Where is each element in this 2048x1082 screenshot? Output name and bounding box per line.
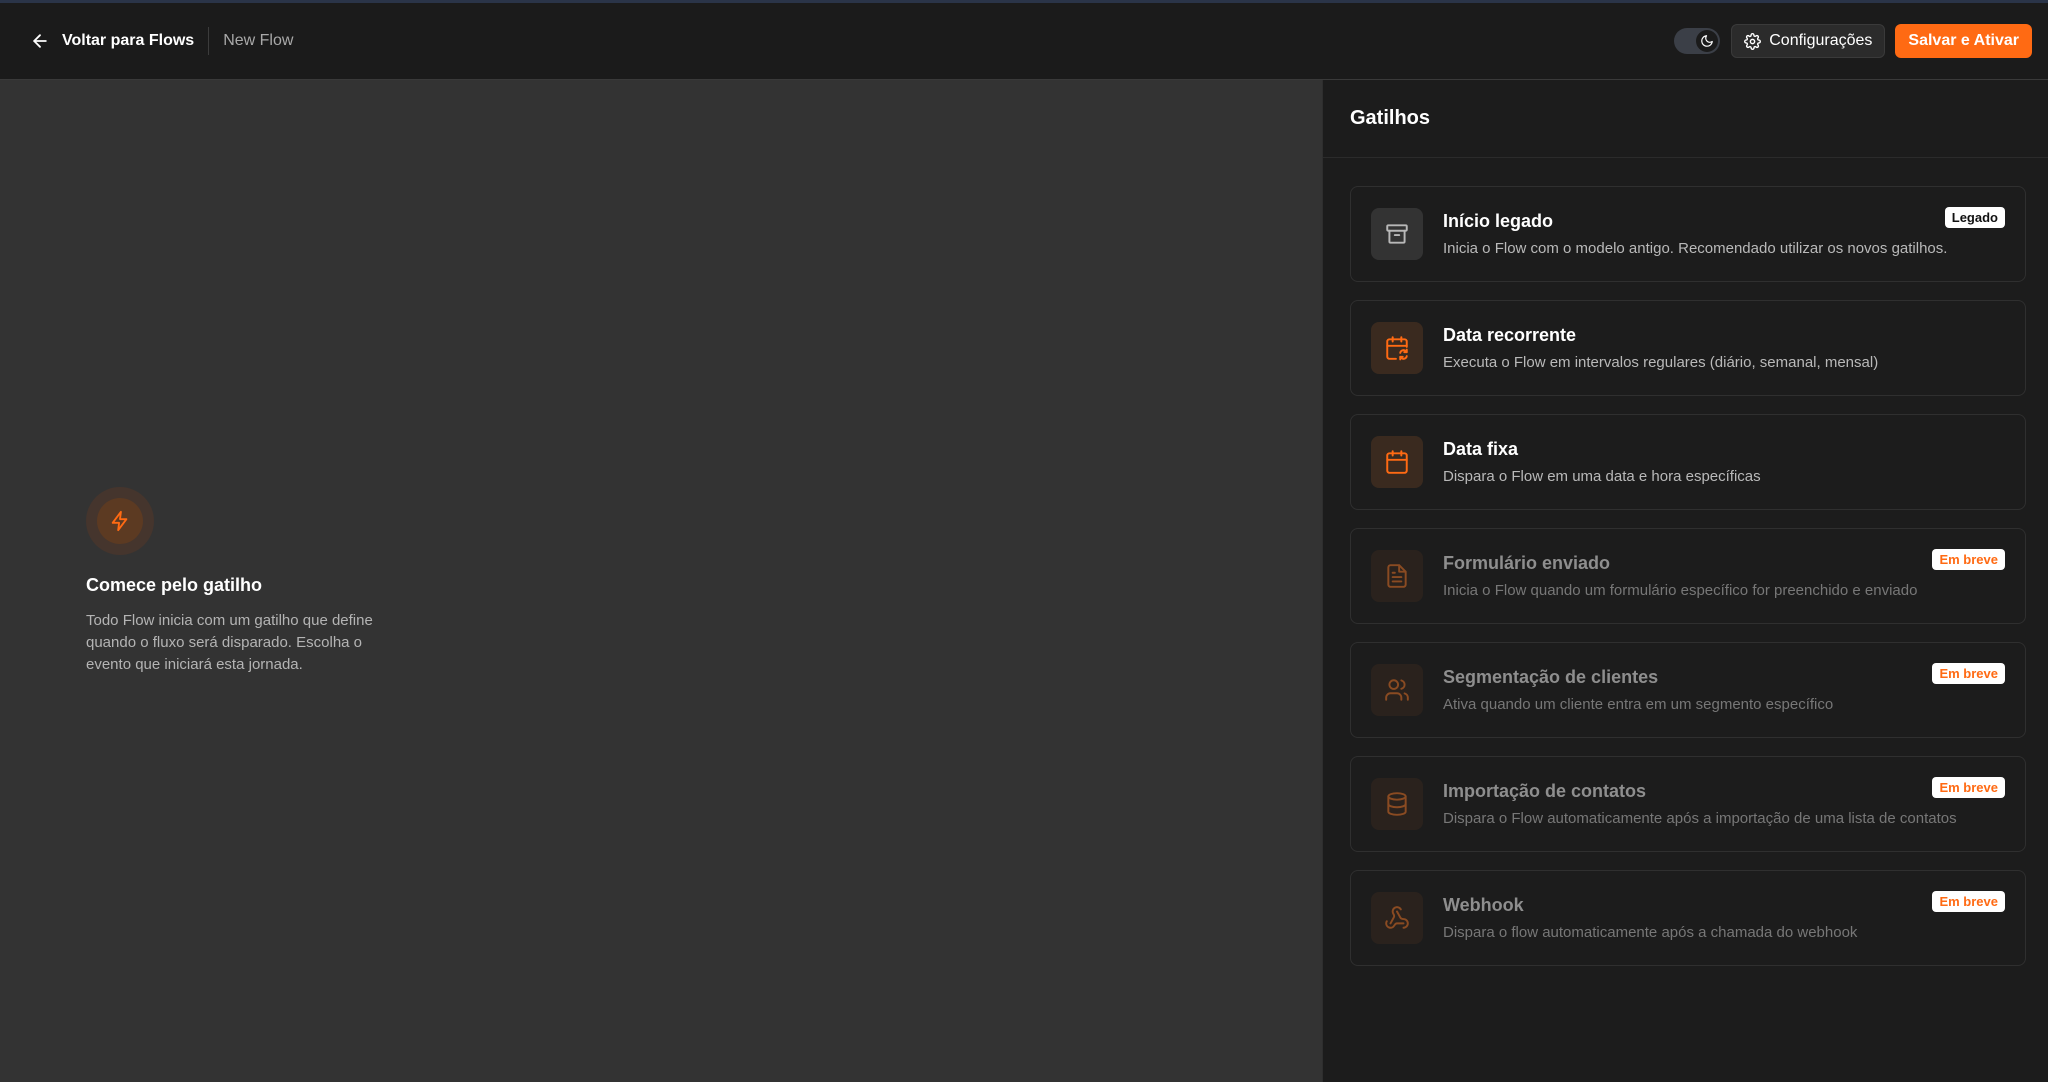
legacy-badge: Legado: [1944, 207, 2005, 228]
trigger-icon-box: [1371, 892, 1423, 944]
document-icon: [1387, 564, 1407, 588]
trigger-contacts-import: Importação de contatos Dispara o Flow au…: [1350, 756, 2026, 852]
trigger-description: Inicia o Flow quando um formulário espec…: [1443, 582, 1918, 599]
coming-soon-badge: Em breve: [1932, 777, 2005, 798]
panel-title: Gatilhos: [1323, 80, 2048, 158]
gear-icon: [1744, 32, 1762, 50]
trigger-description: Dispara o Flow em uma data e hora especí…: [1443, 468, 1761, 485]
trigger-icon-box: [1371, 436, 1423, 488]
empty-state: Comece pelo gatilho Todo Flow inicia com…: [86, 487, 426, 676]
flow-canvas[interactable]: Comece pelo gatilho Todo Flow inicia com…: [0, 80, 1322, 1082]
trigger-legacy-start[interactable]: Início legado Inicia o Flow com o modelo…: [1350, 186, 2026, 282]
trigger-webhook: Webhook Dispara o flow automaticamente a…: [1350, 870, 2026, 966]
header-divider: [208, 27, 210, 55]
trigger-fixed-date[interactable]: Data fixa Dispara o Flow em uma data e h…: [1350, 414, 2026, 510]
save-and-activate-button[interactable]: Salvar e Ativar: [1895, 24, 2032, 58]
trigger-title: Início legado: [1443, 211, 1554, 231]
bolt-icon-circle: [97, 498, 143, 544]
top-bar: Voltar para Flows New Flow Configurações…: [0, 0, 2048, 80]
theme-toggle-knob: [1696, 30, 1719, 52]
calendar-repeat-icon: [1386, 336, 1408, 361]
database-icon: [1387, 792, 1407, 816]
back-label: Voltar para Flows: [62, 32, 195, 49]
back-to-flows-button[interactable]: Voltar para Flows: [30, 31, 194, 51]
empty-state-title: Comece pelo gatilho: [86, 575, 263, 595]
bolt-icon-ring: [86, 487, 154, 555]
bolt-icon: [111, 510, 128, 532]
moon-icon: [1701, 35, 1714, 47]
coming-soon-badge: Em breve: [1932, 549, 2005, 570]
trigger-icon-box: [1371, 550, 1423, 602]
coming-soon-badge: Em breve: [1932, 663, 2005, 684]
trigger-description: Executa o Flow em intervalos regulares (…: [1443, 354, 1879, 371]
trigger-title: Data fixa: [1443, 439, 1519, 459]
trigger-icon-box: [1371, 664, 1423, 716]
trigger-customer-segmentation: Segmentação de clientes Ativa quando um …: [1350, 642, 2026, 738]
trigger-icon-box: [1371, 208, 1423, 260]
trigger-list: Início legado Inicia o Flow com o modelo…: [1350, 186, 2026, 984]
settings-label: Configurações: [1769, 32, 1873, 49]
trigger-description: Dispara o Flow automaticamente após a im…: [1443, 810, 1957, 827]
empty-state-description: Todo Flow inicia com um gatilho que defi…: [86, 612, 373, 673]
trigger-recurring-date[interactable]: Data recorrente Executa o Flow em interv…: [1350, 300, 2026, 396]
flow-name: New Flow: [223, 32, 294, 49]
coming-soon-badge: Em breve: [1932, 891, 2005, 912]
trigger-description: Ativa quando um cliente entra em um segm…: [1443, 696, 1834, 713]
trigger-icon-box: [1371, 778, 1423, 830]
trigger-icon-box: [1371, 322, 1423, 374]
settings-button[interactable]: Configurações: [1731, 24, 1886, 58]
archive-icon: [1386, 224, 1408, 244]
theme-toggle[interactable]: [1674, 28, 1721, 54]
trigger-title: Data recorrente: [1443, 325, 1577, 345]
trigger-description: Inicia o Flow com o modelo antigo. Recom…: [1443, 240, 1948, 257]
calendar-icon: [1386, 450, 1408, 474]
trigger-description: Dispara o flow automaticamente após a ch…: [1443, 924, 1858, 941]
trigger-form-submitted: Formulário enviado Inicia o Flow quando …: [1350, 528, 2026, 624]
trigger-title: Importação de contatos: [1443, 781, 1647, 801]
trigger-title: Formulário enviado: [1443, 553, 1611, 573]
header-actions: Configurações Salvar e Ativar: [1674, 24, 2032, 58]
trigger-title: Segmentação de clientes: [1443, 667, 1659, 687]
triggers-panel: Gatilhos Início legado Inicia o Flow com…: [1322, 80, 2048, 1082]
users-icon: [1385, 679, 1409, 701]
trigger-title: Webhook: [1443, 895, 1524, 915]
arrow-left-icon: [33, 34, 47, 48]
webhook-icon: [1385, 906, 1409, 929]
